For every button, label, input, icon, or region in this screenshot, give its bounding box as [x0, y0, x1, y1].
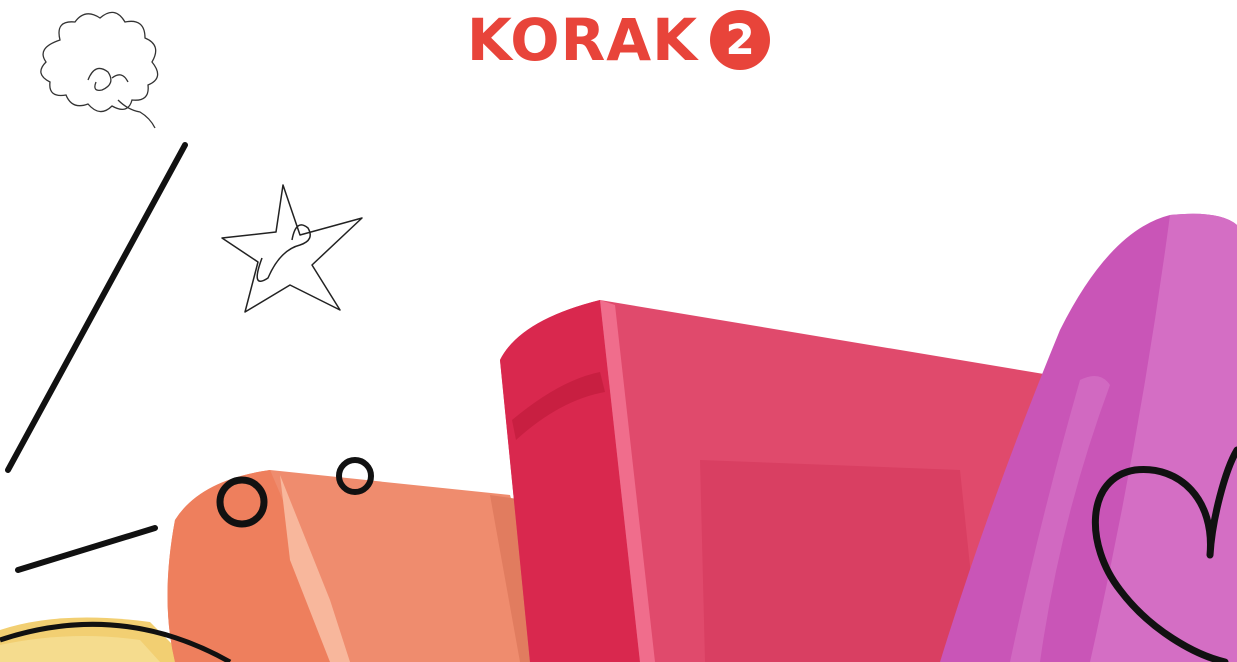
doodle-star-icon [221, 184, 363, 313]
step-number-badge: 2 [710, 10, 771, 70]
page-title: KORAK [466, 6, 699, 74]
step-heading: KORAK 2 [0, 10, 1237, 70]
illustration [0, 11, 1237, 662]
